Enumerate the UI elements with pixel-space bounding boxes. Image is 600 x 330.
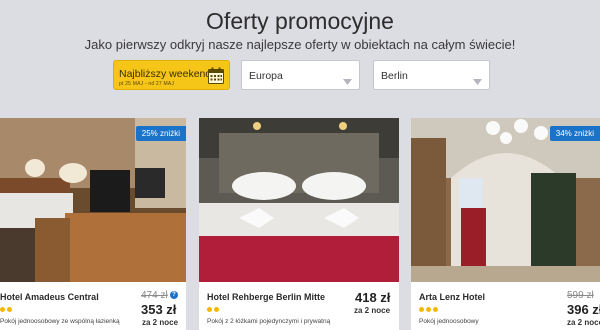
city-value: Berlin	[381, 70, 408, 82]
star-icon	[426, 307, 431, 312]
hotel-name[interactable]: Arta Lenz Hotel	[419, 292, 485, 302]
region-select[interactable]: Europa	[241, 60, 360, 90]
old-price: 599 zł	[567, 290, 594, 301]
calendar-icon	[208, 67, 224, 89]
nights-label: za 2 noce	[567, 318, 600, 327]
star-rating	[207, 307, 219, 312]
room-type: Pokój z 2 łóżkami pojedynczymi i prywatn…	[207, 318, 331, 325]
page-title: Oferty promocyjne	[206, 8, 394, 34]
page-subtitle: Jako pierwszy odkryj nasze najlepsze ofe…	[84, 37, 516, 52]
star-icon	[433, 307, 438, 312]
current-price: 396 zł	[567, 302, 600, 317]
star-icon	[7, 307, 12, 312]
star-icon	[214, 307, 219, 312]
hotel-photo	[0, 118, 186, 282]
old-price: 474 zł	[141, 290, 168, 301]
offer-card-hotel-rehberge-berlin-mitte[interactable]: Hotel Rehberge Berlin Mitte Pokój z 2 łó…	[199, 118, 399, 330]
offer-cards: 25% zniżki Hotel Amadeus Central Pokój j…	[0, 118, 600, 330]
star-icon	[207, 307, 212, 312]
current-price: 418 zł	[355, 290, 391, 305]
weekend-label: Najbliższy weekend	[119, 68, 212, 80]
star-rating	[0, 307, 12, 312]
offers-header: Oferty promocyjne Jako pierwszy odkryj n…	[0, 0, 600, 118]
city-select[interactable]: Berlin	[373, 60, 490, 90]
nights-label: za 2 noce	[354, 306, 391, 315]
hotel-photo	[199, 118, 399, 282]
discount-badge: 34% zniżki	[549, 126, 600, 141]
hotel-name[interactable]: Hotel Rehberge Berlin Mitte	[207, 292, 325, 302]
room-type: Pokój jednoosobowy	[419, 318, 479, 325]
star-rating	[419, 307, 438, 312]
offer-card-hotel-amadeus-central[interactable]: 25% zniżki Hotel Amadeus Central Pokój j…	[0, 118, 186, 330]
info-icon[interactable]: ?	[170, 291, 178, 299]
discount-badge: 25% zniżki	[135, 126, 186, 141]
star-icon	[419, 307, 424, 312]
hotel-name[interactable]: Hotel Amadeus Central	[0, 292, 99, 302]
offer-card-arta-lenz-hotel[interactable]: 34% zniżki Arta Lenz Hotel Pokój jednoos…	[411, 118, 600, 330]
nights-label: za 2 noce	[142, 318, 179, 327]
weekend-dates: pt 25 MAJ - nd 27 MAJ	[119, 81, 175, 87]
chevron-down-icon	[343, 72, 352, 90]
room-type: Pokój jednoosobowy ze wspólną łazienką	[0, 318, 120, 325]
current-price: 353 zł	[141, 302, 177, 317]
nearest-weekend-button[interactable]: Najbliższy weekend pt 25 MAJ - nd 27 MAJ	[113, 60, 230, 90]
hotel-photo	[411, 118, 600, 282]
star-icon	[0, 307, 5, 312]
region-value: Europa	[249, 70, 283, 82]
chevron-down-icon	[473, 72, 482, 90]
